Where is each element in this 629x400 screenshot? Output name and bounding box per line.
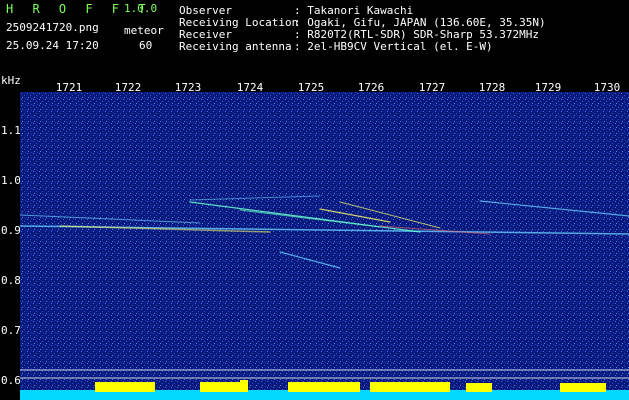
spectrogram <box>20 92 629 400</box>
y-tick: 0.7 <box>1 324 21 337</box>
file-name: 2509241720.png <box>6 21 99 34</box>
y-tick: 1.1 <box>1 124 21 137</box>
mode-label: meteor <box>124 24 164 37</box>
app-version: 1.0.0 <box>124 2 158 15</box>
noise-background <box>20 92 629 400</box>
antenna-label: Receiving antenna <box>179 40 292 53</box>
count-label: 60 <box>139 39 153 52</box>
datetime-label: 25.09.24 17:20 <box>6 39 99 52</box>
header-panel: H R O F F T 1.0.0 2509241720.png meteor … <box>0 0 629 78</box>
y-tick: 0.8 <box>1 274 21 287</box>
y-tick: 1.0 <box>1 174 21 187</box>
y-tick: 0.6 <box>1 374 21 387</box>
antenna-value: : 2el-HB9CV Vertical (el. E-W) <box>294 40 493 53</box>
y-axis-unit: kHz <box>1 74 21 87</box>
y-tick: 0.9 <box>1 224 21 237</box>
